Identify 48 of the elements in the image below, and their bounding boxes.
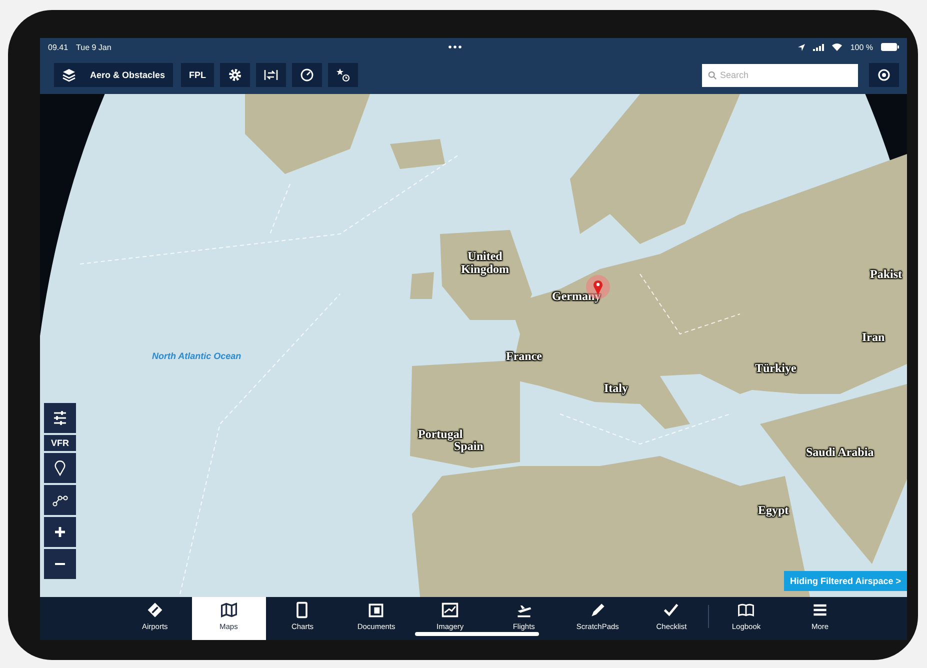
recenter-button[interactable] bbox=[869, 63, 899, 87]
more-dots-icon bbox=[448, 45, 462, 49]
filter-button[interactable] bbox=[44, 403, 76, 433]
country-label: Pakist bbox=[870, 268, 902, 281]
status-time: 09.41 bbox=[48, 42, 68, 52]
location-arrow-icon bbox=[798, 44, 806, 50]
wifi-icon bbox=[832, 43, 842, 51]
country-label: Portugal bbox=[418, 428, 463, 441]
country-label: United Kingdom bbox=[460, 250, 510, 276]
search-field[interactable]: Search bbox=[702, 64, 858, 86]
tab-icon bbox=[441, 600, 460, 618]
flight-plan-button[interactable]: FPL bbox=[181, 63, 214, 87]
country-label: Germany bbox=[552, 290, 601, 303]
country-label: Spain bbox=[454, 440, 484, 453]
gauge-button[interactable] bbox=[292, 63, 322, 87]
split-view-button[interactable] bbox=[256, 63, 286, 87]
route-button[interactable] bbox=[44, 485, 76, 515]
split-arrows-icon bbox=[264, 68, 278, 82]
star-clock-icon bbox=[336, 68, 350, 82]
tab-icon bbox=[367, 600, 386, 618]
country-label: Iran bbox=[862, 331, 885, 344]
zoom-out-button[interactable] bbox=[44, 549, 76, 579]
search-icon bbox=[708, 70, 717, 80]
status-date: Tue 9 Jan bbox=[76, 42, 112, 52]
country-label: Egypt bbox=[758, 504, 789, 517]
circle-target-icon bbox=[877, 68, 891, 82]
pin-button[interactable] bbox=[44, 453, 76, 483]
vfr-button[interactable]: VFR bbox=[44, 435, 76, 451]
settings-button[interactable] bbox=[220, 63, 250, 87]
gauge-icon bbox=[300, 68, 314, 82]
country-label: Italy bbox=[604, 382, 628, 395]
battery-icon bbox=[881, 43, 899, 51]
ocean-label: North Atlantic Ocean bbox=[152, 352, 242, 362]
plus-icon bbox=[55, 527, 65, 537]
sliders-icon bbox=[52, 410, 68, 426]
zoom-in-button[interactable] bbox=[44, 517, 76, 547]
pin-outline-icon bbox=[52, 460, 68, 476]
layers-button[interactable]: Aero & Obstacles bbox=[54, 63, 174, 87]
layers-icon bbox=[62, 68, 76, 82]
minus-icon bbox=[55, 562, 65, 566]
battery-percent: 100 % bbox=[850, 42, 873, 52]
country-label: Saudi Arabia bbox=[806, 446, 874, 459]
tab-icon bbox=[220, 600, 238, 618]
signal-icon bbox=[813, 44, 824, 50]
favorites-button[interactable] bbox=[328, 63, 358, 87]
tab-icon bbox=[146, 600, 164, 618]
settings-icon bbox=[228, 68, 242, 82]
country-label: Türkiye bbox=[755, 362, 796, 375]
